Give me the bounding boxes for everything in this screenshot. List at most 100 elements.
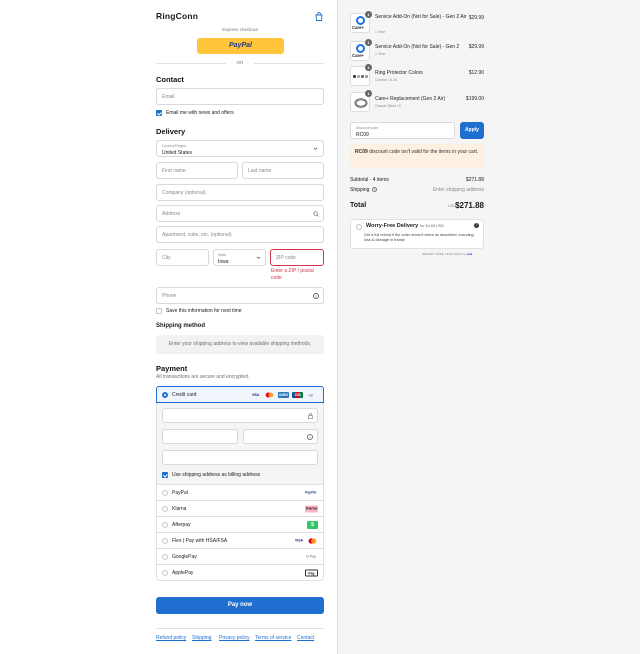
cart-icon[interactable] [315,12,323,21]
payment-option-klarna[interactable]: Klarna Klarna [156,501,324,517]
item-thumbnail: Care+ 1 [350,39,372,61]
paypal-radio[interactable] [162,490,168,496]
apartment-field[interactable]: Apartment, suite, etc. (optional) [156,226,324,243]
item-variant: Classic Silver / 6 [375,104,401,108]
payment-option-googlepay[interactable]: GooglePay G Pay [156,549,324,565]
payment-option-paypal[interactable]: PayPal PayPal [156,485,324,501]
paypal-express-button[interactable]: PayPal [197,38,284,54]
name-on-card-field[interactable] [162,450,318,465]
item-logo-text: Care+ [352,25,365,30]
googlepay-radio[interactable] [162,554,168,560]
item-quantity: 1 [365,90,372,97]
address-placeholder: Address [162,210,181,217]
item-thumbnail: 1 [350,64,372,86]
phone-placeholder: Phone [162,292,177,299]
payment-title: Payment [156,364,188,373]
save-info-checkbox[interactable] [156,308,162,314]
mastercard-icon [307,537,318,544]
city-placeholder: City [162,254,171,261]
applepay-radio[interactable] [162,570,168,576]
footer-link-privacy[interactable]: Privacy policy [219,635,250,641]
subtotal-label-text: Subtotal [350,177,369,183]
company-field[interactable]: Company (optional) [156,184,324,201]
shipping-method-notice: Enter your shipping address to view avai… [156,335,324,354]
first-name-placeholder: First name [162,167,186,174]
state-select[interactable]: State Iowa [213,249,266,266]
item-name: Ring Protector Colors [375,70,423,76]
email-placeholder: Email [162,93,175,100]
worry-free-delivery-card[interactable]: Worry-Free Delivery for $4.68 USD ? Get … [350,219,484,249]
save-info-label: Save this information for next time [166,308,242,314]
flex-radio[interactable] [162,538,168,544]
shipping-value: Enter shipping address [432,187,484,193]
footer-link-terms[interactable]: Terms of service [255,635,291,641]
help-icon[interactable]: ? [307,434,313,440]
item-price: $12.90 [468,70,484,76]
chevron-down-icon [256,255,261,260]
item-name: Service Add-On (Not for Sale) - Gen 2 [375,44,460,50]
apply-button[interactable]: Apply [460,122,484,139]
footer-link-contact[interactable]: Contact [297,635,314,641]
wfd-footer: RECEIPT FREE YEAR FAQS by seel [422,252,472,256]
pay-now-button[interactable]: Pay now [156,597,324,614]
checkout-main: RingConn Express checkout PayPal OR Cont… [0,0,337,654]
google-pay-logo-icon: G Pay [306,554,316,558]
item-variant: 1 Year [375,52,385,56]
card-number-field[interactable] [162,408,318,423]
klarna-logo-icon: Klarna [305,505,318,512]
city-field[interactable]: City [156,249,209,266]
discount-error-banner: RC09 discount code isn't valid for the i… [350,144,484,168]
item-thumbnail: Care+ 1 [350,11,372,33]
afterpay-label: Afterpay [172,521,191,528]
ring-image [354,97,368,109]
total-value: $271.88 [455,201,484,210]
flex-label: Flex | Pay with HSA/FSA [172,537,228,544]
klarna-label: Klarna [172,505,187,512]
discount-value: RC09 [356,131,369,138]
contact-title: Contact [156,75,184,84]
shipping-help-icon[interactable]: ? [372,187,377,192]
first-name-field[interactable]: First name [156,162,238,179]
security-code-field[interactable]: ? [243,429,318,444]
klarna-radio[interactable] [162,506,168,512]
footer-divider [156,628,324,629]
expiration-field[interactable] [162,429,238,444]
address-field[interactable]: Address [156,205,324,222]
apartment-placeholder: Apartment, suite, etc. (optional) [162,231,232,238]
lock-icon [308,413,313,419]
seel-logo[interactable]: seel [466,252,472,256]
subtotal-label: Subtotal · 4 items [350,177,389,183]
footer-link-shipping[interactable]: Shipping [192,635,211,641]
billing-same-checkbox[interactable] [162,472,168,478]
company-placeholder: Company (optional) [162,189,206,196]
footer-link-refund[interactable]: Refund policy [156,635,186,641]
item-quantity: 1 [365,39,372,46]
worry-free-checkbox[interactable] [356,224,362,230]
credit-card-radio[interactable] [162,392,168,398]
phone-field[interactable]: Phone ? [156,287,324,304]
paypal-logo-icon: PayPal [304,490,317,494]
discount-code-field[interactable]: Discount code RC09 [350,122,455,139]
brand-logo[interactable]: RingConn [156,11,198,21]
credit-card-option[interactable]: Credit card VISA AMEX JCB +3 [156,386,324,403]
last-name-field[interactable]: Last name [242,162,324,179]
visa-icon: VISA [294,538,304,542]
wfd-title: Worry-Free Delivery [366,223,419,229]
payment-option-applepay[interactable]: ApplePay Pay [156,565,324,581]
zip-field[interactable]: ZIP code [270,249,324,266]
jcb-icon: JCB [292,391,303,398]
care-plus-logo-icon [356,16,365,25]
apple-pay-logo-icon: Pay [305,569,318,576]
state-label: State [218,252,227,257]
email-field[interactable]: Email [156,88,324,105]
country-select[interactable]: Country/Region United States [156,140,324,157]
payment-option-flex[interactable]: Flex | Pay with HSA/FSA VISA [156,533,324,549]
help-icon[interactable]: ? [313,293,319,299]
zip-placeholder: ZIP code [276,254,296,261]
info-icon[interactable]: ? [474,223,479,228]
email-me-checkbox[interactable] [156,110,162,116]
afterpay-radio[interactable] [162,522,168,528]
delivery-title: Delivery [156,127,186,136]
payment-option-afterpay[interactable]: Afterpay $ [156,517,324,533]
subtotal-items: · 4 items [369,177,389,183]
